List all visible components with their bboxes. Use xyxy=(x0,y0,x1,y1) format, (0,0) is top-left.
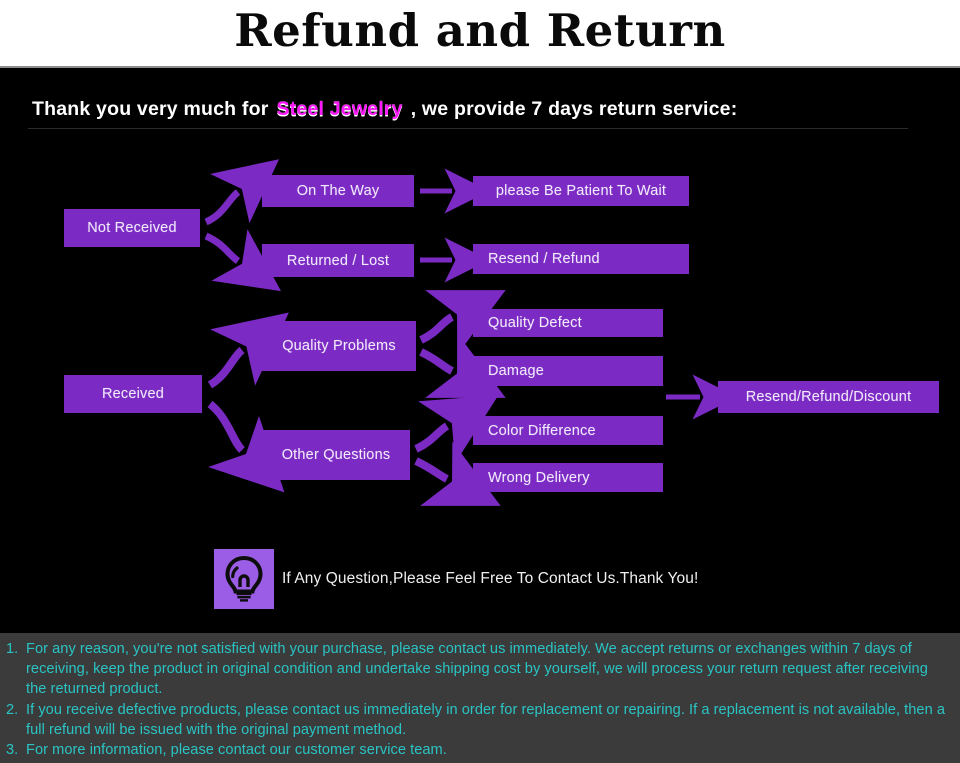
flow-node-not-received[interactable]: Not Received xyxy=(64,209,200,247)
term-item: 2. If you receive defective products, pl… xyxy=(4,700,952,740)
flow-node-returned-lost[interactable]: Returned / Lost xyxy=(262,244,414,277)
terms-block: 1. For any reason, you're not satisfied … xyxy=(0,633,960,763)
term-number: 1. xyxy=(6,641,19,657)
flow-node-wrong-delivery[interactable]: Wrong Delivery xyxy=(473,463,663,492)
flow-node-resend-refund[interactable]: Resend / Refund xyxy=(473,244,689,274)
flow-node-resend-refund-discount[interactable]: Resend/Refund/Discount xyxy=(718,381,939,413)
flow-node-color-difference[interactable]: Color Difference xyxy=(473,416,663,445)
flow-node-on-the-way[interactable]: On The Way xyxy=(262,175,414,207)
term-item: 1. For any reason, you're not satisfied … xyxy=(4,639,952,700)
lightbulb-icon xyxy=(214,549,274,609)
term-number: 3. xyxy=(6,742,19,759)
term-number: 2. xyxy=(6,701,19,718)
flow-node-be-patient[interactable]: please Be Patient To Wait xyxy=(473,176,689,206)
flow-node-received[interactable]: Received xyxy=(64,375,202,413)
refund-return-banner: Refund and Return Thank you very much fo… xyxy=(0,0,960,763)
flow-node-other-questions[interactable]: Other Questions xyxy=(262,430,410,480)
flow-node-damage[interactable]: Damage xyxy=(473,356,663,386)
term-text: For more information, please contact our… xyxy=(26,742,447,759)
term-text: If you receive defective products, pleas… xyxy=(26,701,946,738)
term-item: 3. For more information, please contact … xyxy=(4,740,952,760)
contact-message: If Any Question,Please Feel Free To Cont… xyxy=(282,570,699,587)
term-text: For any reason, you're not satisfied wit… xyxy=(26,641,928,698)
flow-node-quality-defect[interactable]: Quality Defect xyxy=(473,309,663,337)
flow-node-quality-problems[interactable]: Quality Problems xyxy=(262,321,416,371)
flowchart: Not Received On The Way Returned / Lost … xyxy=(0,0,960,640)
